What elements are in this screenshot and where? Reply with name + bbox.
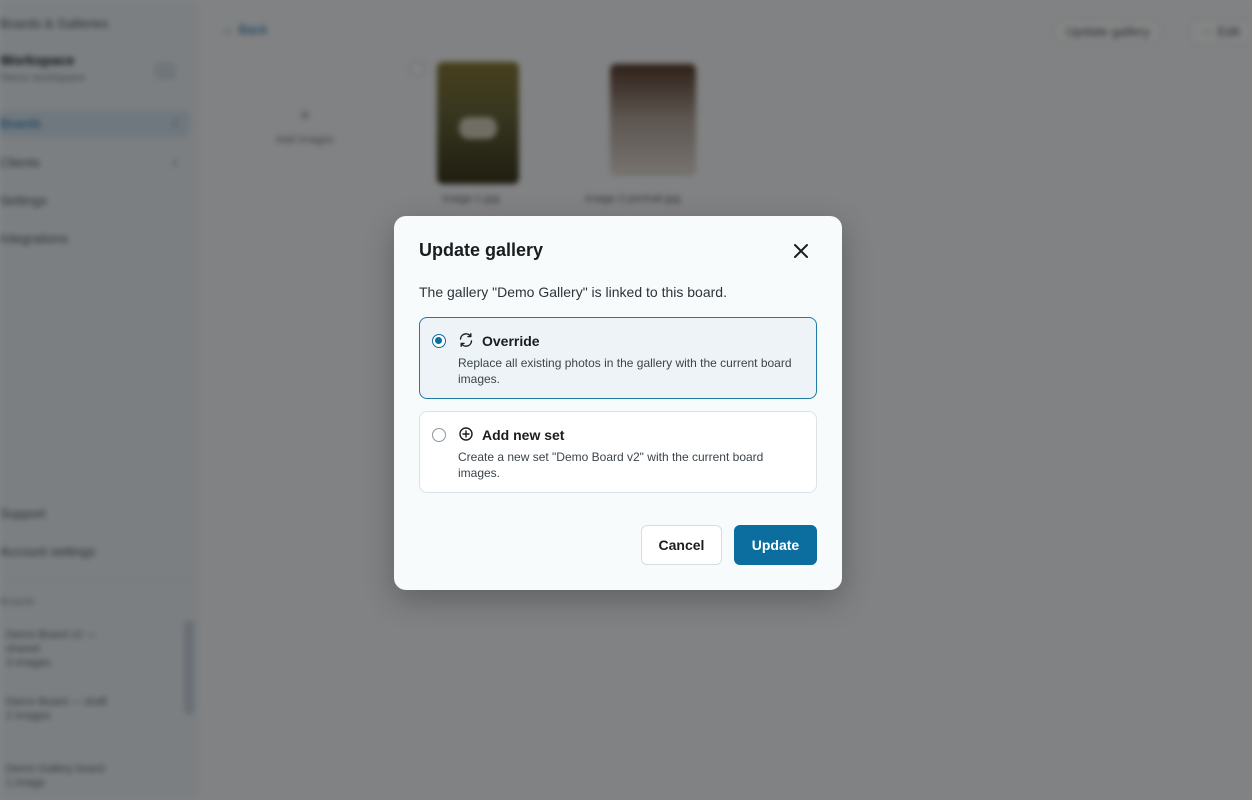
close-icon[interactable]	[788, 238, 814, 264]
update-gallery-dialog: Update gallery The gallery "Demo Gallery…	[394, 216, 842, 590]
option-description: Create a new set "Demo Board v2" with th…	[458, 450, 764, 480]
plus-circle-icon	[458, 426, 474, 442]
dialog-description: The gallery "Demo Gallery" is linked to …	[419, 284, 727, 300]
add-new-set-radio[interactable]	[432, 428, 446, 442]
option-label: Override	[482, 333, 540, 349]
option-label: Add new set	[482, 427, 565, 443]
option-description: Replace all existing photos in the galle…	[458, 356, 792, 386]
option-add-new-set[interactable]: Add new set Create a new set "Demo Board…	[419, 411, 817, 493]
override-radio[interactable]	[432, 334, 446, 348]
refresh-icon	[458, 332, 474, 348]
dialog-title: Update gallery	[419, 240, 544, 260]
cancel-button[interactable]: Cancel	[641, 525, 722, 565]
option-override[interactable]: Override Replace all existing photos in …	[419, 317, 817, 399]
update-button[interactable]: Update	[734, 525, 817, 565]
